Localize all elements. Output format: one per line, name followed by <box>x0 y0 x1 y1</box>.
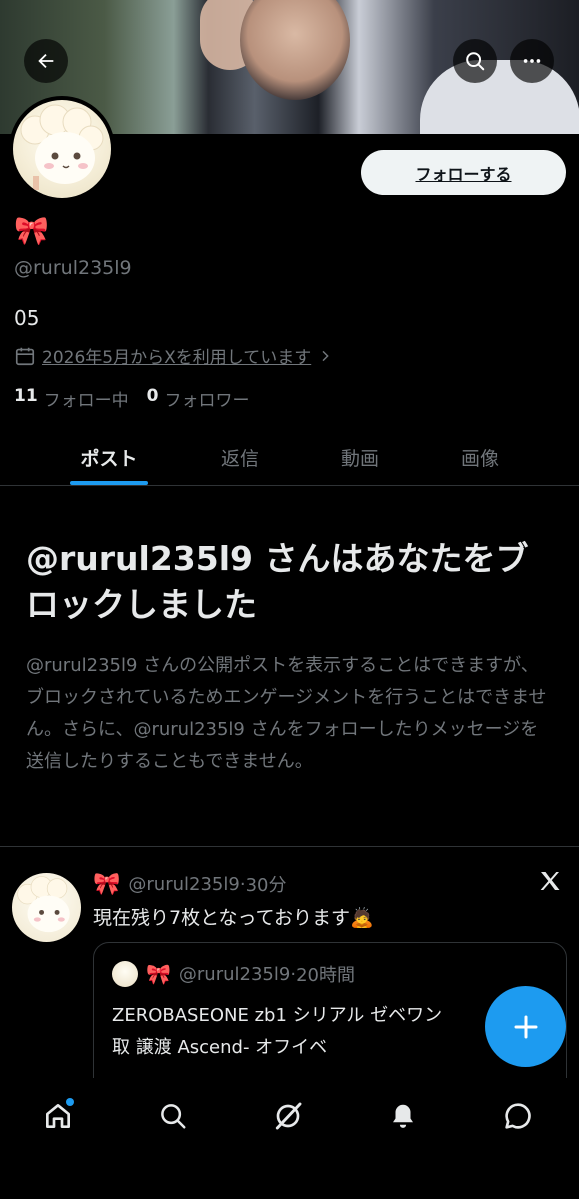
quoted-post-time: 20時間 <box>296 965 355 986</box>
nav-notifications[interactable] <box>383 1096 423 1136</box>
quoted-post-text-line2: 取 譲渡 Ascend- オフイベ <box>112 1037 328 1058</box>
banner-shirt <box>420 60 579 134</box>
joined-date-text: 2026年5月からXを利用しています <box>42 348 312 368</box>
search-icon <box>161 1104 186 1129</box>
tab-videos[interactable]: 動画 <box>320 430 400 485</box>
tab-posts[interactable]: ポスト <box>70 430 148 485</box>
bottom-nav <box>0 1078 579 1199</box>
grok-icon <box>275 1102 302 1130</box>
tab-posts-label: ポスト <box>80 448 138 470</box>
display-name: 🎀 <box>14 214 49 247</box>
profile-avatar[interactable] <box>9 96 115 202</box>
blocked-body: @rurul235l9 さんの公開ポストを表示することはできますが、ブロックされ… <box>26 655 547 772</box>
search-button[interactable] <box>453 39 497 83</box>
nav-grok[interactable] <box>268 1096 308 1136</box>
nav-home[interactable] <box>38 1096 78 1136</box>
quoted-post-handle: @rurul235l9 <box>178 963 291 985</box>
post-header: 🎀 @rurul235l9 · 30分 <box>93 871 286 897</box>
banner-face <box>240 0 350 100</box>
post-handle[interactable]: @rurul235l9 <box>128 874 239 895</box>
post-text: 現在残り7枚となっております🙇 <box>93 907 374 929</box>
more-button[interactable] <box>510 39 554 83</box>
followers-link[interactable]: 0 フォロワー <box>147 386 250 411</box>
sheep-avatar-icon <box>17 876 70 933</box>
tab-images[interactable]: 画像 <box>440 430 520 485</box>
avatar-image <box>13 100 111 198</box>
following-count: 11 <box>14 386 38 406</box>
blocked-title: @rurul235l9 さんはあなたをブロックしました <box>26 539 529 624</box>
quoted-post-header: 🎀 @rurul235l9 · 20時間 <box>112 961 355 987</box>
profile-handle: @rurul235l9 <box>14 257 132 279</box>
plus-icon <box>514 1015 537 1038</box>
post-time[interactable]: 30分 <box>246 871 287 897</box>
compose-button[interactable] <box>485 986 566 1067</box>
quoted-post-text-line1: ZEROBASEONE zb1 シリアル ゼベワン <box>112 1005 443 1026</box>
follow-button[interactable]: フォローする <box>361 150 566 195</box>
follow-stats: 11 フォロー中 0 フォロワー <box>14 386 250 411</box>
more-icon <box>523 59 541 63</box>
following-label: フォロー中 <box>43 391 129 411</box>
back-button[interactable] <box>24 39 68 83</box>
search-icon <box>466 52 485 71</box>
post-avatar[interactable] <box>12 873 81 942</box>
tab-videos-label: 動画 <box>340 448 379 470</box>
tab-images-label: 画像 <box>460 448 499 470</box>
following-link[interactable]: 11 フォロー中 <box>14 386 129 411</box>
nav-messages[interactable] <box>498 1096 538 1136</box>
calendar-icon <box>15 347 35 365</box>
post-author-name[interactable]: 🎀 <box>93 872 120 897</box>
home-notification-dot <box>66 1098 74 1106</box>
nav-search[interactable] <box>153 1096 193 1136</box>
chevron-right-icon <box>322 350 329 361</box>
bell-icon <box>393 1104 413 1128</box>
arrow-left-icon <box>38 53 54 69</box>
followers-count: 0 <box>146 386 159 406</box>
quoted-post-avatar <box>112 961 138 987</box>
sheep-avatar-icon <box>20 104 104 190</box>
tab-replies-label: 返信 <box>220 448 259 470</box>
profile-bio: 05 <box>14 306 40 330</box>
followers-label: フォロワー <box>164 391 250 411</box>
tab-active-indicator <box>70 481 148 485</box>
tab-replies[interactable]: 返信 <box>200 430 280 485</box>
chat-icon <box>505 1103 531 1129</box>
x-logo-icon <box>538 869 562 897</box>
joined-date-row[interactable]: 2026年5月からXを利用しています <box>14 343 333 368</box>
profile-tabs: ポスト 返信 動画 画像 <box>0 430 579 486</box>
quoted-post-author-name: 🎀 <box>146 962 171 986</box>
